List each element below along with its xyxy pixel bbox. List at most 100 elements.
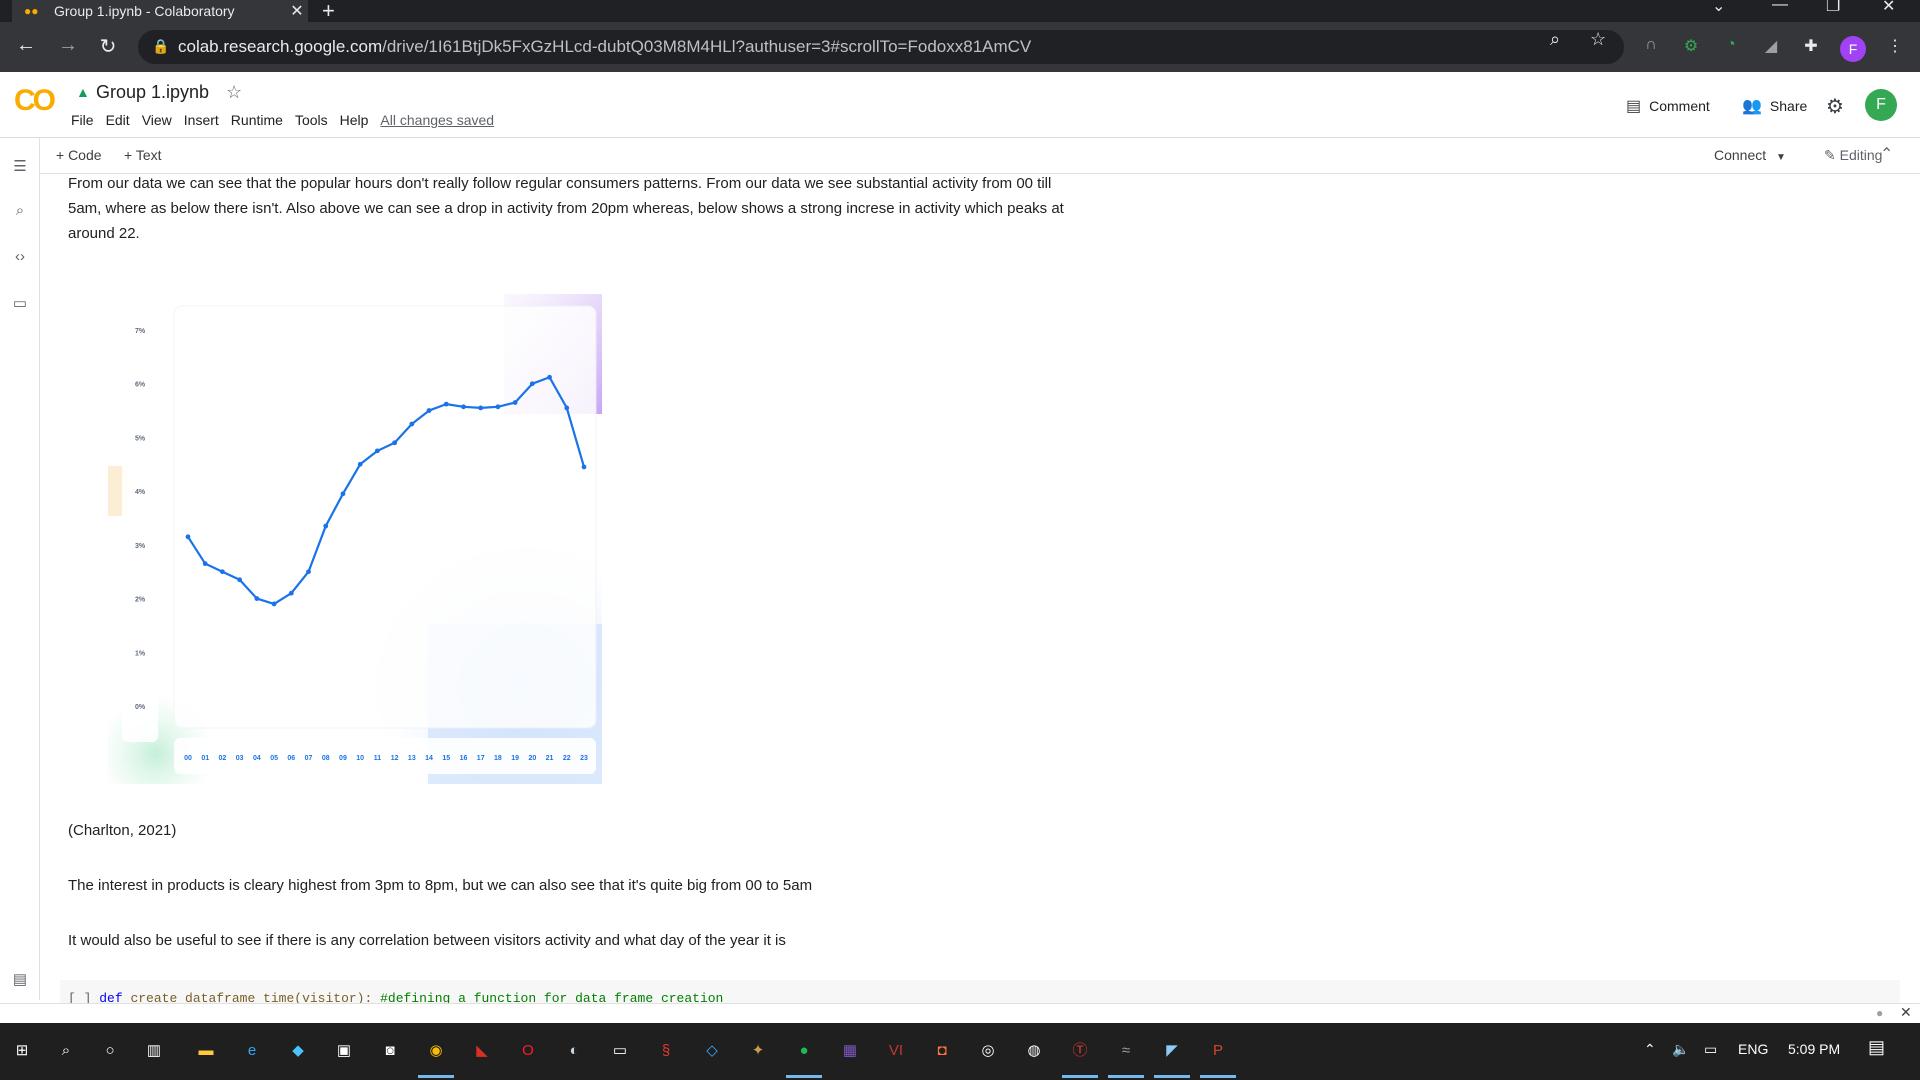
drive-icon[interactable]: ▲ [76,84,90,100]
x-tick-label: 19 [511,755,519,762]
menu-file[interactable]: File [71,112,94,128]
edge-icon[interactable]: e [238,1037,266,1065]
app-icon[interactable]: § [652,1037,680,1065]
menu-tools[interactable]: Tools [295,112,328,128]
text-paragraph: From our data we can see that the popula… [68,175,1064,242]
battery-icon[interactable]: ▭ [1704,1041,1717,1058]
more-vert-icon[interactable]: ⋮ [1884,36,1906,58]
add-code-button[interactable]: + Code [56,147,102,163]
x-tick-label: 12 [391,755,399,762]
extension-icon[interactable]: ∩ [1640,36,1662,58]
notifications-icon[interactable]: ▤ [1868,1037,1885,1058]
app-icon[interactable]: VI [882,1037,910,1065]
close-tab-icon[interactable]: ✕ [286,1,308,21]
puzzle-icon[interactable]: ✚ [1800,36,1822,58]
profile-dropdown-icon[interactable]: ⌄ [1712,0,1725,16]
terminal-icon[interactable]: ▭ [606,1037,634,1065]
menu-insert[interactable]: Insert [184,112,219,128]
minimize-icon[interactable]: — [1772,0,1788,14]
language-indicator[interactable]: ENG [1738,1041,1768,1057]
cortana-icon[interactable]: ○ [96,1037,124,1065]
menu-edit[interactable]: Edit [106,112,130,128]
reload-icon[interactable]: ↻ [96,34,120,59]
browser-tab[interactable]: ●● Group 1.ipynb - Colaboratory ✕ [12,0,308,22]
search-icon[interactable]: ⌕ [10,202,30,222]
close-panel-icon[interactable]: ✕ [1900,1004,1912,1021]
chrome-icon[interactable]: ◉ [422,1037,450,1065]
star-icon[interactable]: ☆ [226,82,242,103]
search-icon[interactable]: ⌕ [52,1037,80,1065]
address-bar[interactable]: 🔒 colab.research.google.com/drive/1I61Bt… [138,30,1624,64]
steam-icon[interactable]: ◐ [560,1037,588,1065]
zoom-icon[interactable]: ⌕ [1550,29,1560,50]
user-avatar[interactable]: F [1865,89,1897,121]
data-point [443,401,449,407]
task-view-icon[interactable]: ▥ [140,1037,168,1065]
citation: (Charlton, 2021) [68,822,177,839]
browser-tabstrip: ●● Group 1.ipynb - Colaboratory ✕ + ⌄ — … [0,0,1920,24]
y-tick-label: 7% [135,328,146,335]
app-icon[interactable]: ◙ [376,1037,404,1065]
share-button[interactable]: 👥 Share [1742,96,1807,116]
x-tick-label: 15 [442,755,450,762]
x-tick-label: 10 [356,755,364,762]
x-tick-label: 21 [546,755,554,762]
connect-button[interactable]: Connect ▼ [1714,147,1786,163]
back-icon[interactable]: ← [14,34,38,57]
store-icon[interactable]: ▣ [330,1037,358,1065]
forward-icon[interactable]: → [56,34,80,57]
app-icon[interactable]: Ⓣ [1066,1037,1094,1065]
bookmark-star-icon[interactable]: ☆ [1590,29,1606,50]
extension-icon[interactable]: ◔ [1720,36,1742,58]
terminal-icon[interactable]: ▤ [10,970,30,990]
table-of-contents-icon[interactable]: ☰ [10,157,30,177]
file-explorer-icon[interactable]: ▬ [192,1037,220,1065]
comment-button[interactable]: ▤ Comment [1626,96,1710,116]
app-icon[interactable]: ◘ [928,1037,956,1065]
active-indicator [1200,1075,1236,1078]
code-snippets-icon[interactable]: ‹› [10,248,30,268]
settings-gear-icon[interactable]: ⚙ [1826,94,1844,119]
opera-icon[interactable]: O [514,1037,542,1065]
data-point [495,404,501,410]
browser-profile-avatar[interactable]: F [1840,36,1866,62]
menu-help[interactable]: Help [340,112,369,128]
restore-icon[interactable]: ❐ [1826,0,1840,16]
menu-runtime[interactable]: Runtime [231,112,283,128]
folder-icon[interactable]: ▭ [10,294,30,314]
app-icon[interactable]: ◣ [468,1037,496,1065]
vscode-icon[interactable]: ◇ [698,1037,726,1065]
extension-icon[interactable]: ◢ [1760,36,1782,58]
data-point [581,464,587,470]
app-icon[interactable]: ≈ [1112,1037,1140,1065]
spotify-icon[interactable]: ● [790,1037,818,1065]
app-icon[interactable]: ◆ [284,1037,312,1065]
app-icon[interactable]: ◤ [1158,1037,1186,1065]
extension-icon[interactable]: ⚙ [1680,36,1702,58]
menu-view[interactable]: View [142,112,172,128]
data-point [409,421,415,427]
menu-bar: File Edit View Insert Runtime Tools Help… [71,112,506,128]
window-close-icon[interactable]: ✕ [1882,0,1895,16]
tray-chevron-icon[interactable]: ⌃ [1644,1041,1656,1058]
x-tick-label: 13 [408,755,416,762]
colab-logo[interactable]: CO [14,84,56,118]
volume-icon[interactable]: 🔈 [1672,1041,1689,1058]
app-icon[interactable]: ◎ [974,1037,1002,1065]
y-tick-label: 4% [135,489,146,496]
code-cell[interactable]: [ ] def create_dataframe_time(visitor): … [60,980,1900,1004]
editing-mode-button[interactable]: ✎ Editing [1824,147,1882,164]
app-icon[interactable]: ▦ [836,1037,864,1065]
powerpoint-icon[interactable]: P [1204,1037,1232,1065]
notebook-title[interactable]: Group 1.ipynb [96,82,209,103]
app-icon[interactable]: ✦ [744,1037,772,1065]
add-text-button[interactable]: + Text [124,147,162,163]
save-status[interactable]: All changes saved [380,112,494,128]
new-tab-icon[interactable]: + [322,0,335,24]
windows-start-icon[interactable]: ⊞ [8,1037,36,1065]
data-point [547,374,552,380]
app-icon[interactable]: ◍ [1020,1037,1048,1065]
clock[interactable]: 5:09 PM [1788,1041,1840,1057]
chevron-up-icon[interactable]: ⌃ [1880,144,1893,164]
data-point [202,561,208,567]
